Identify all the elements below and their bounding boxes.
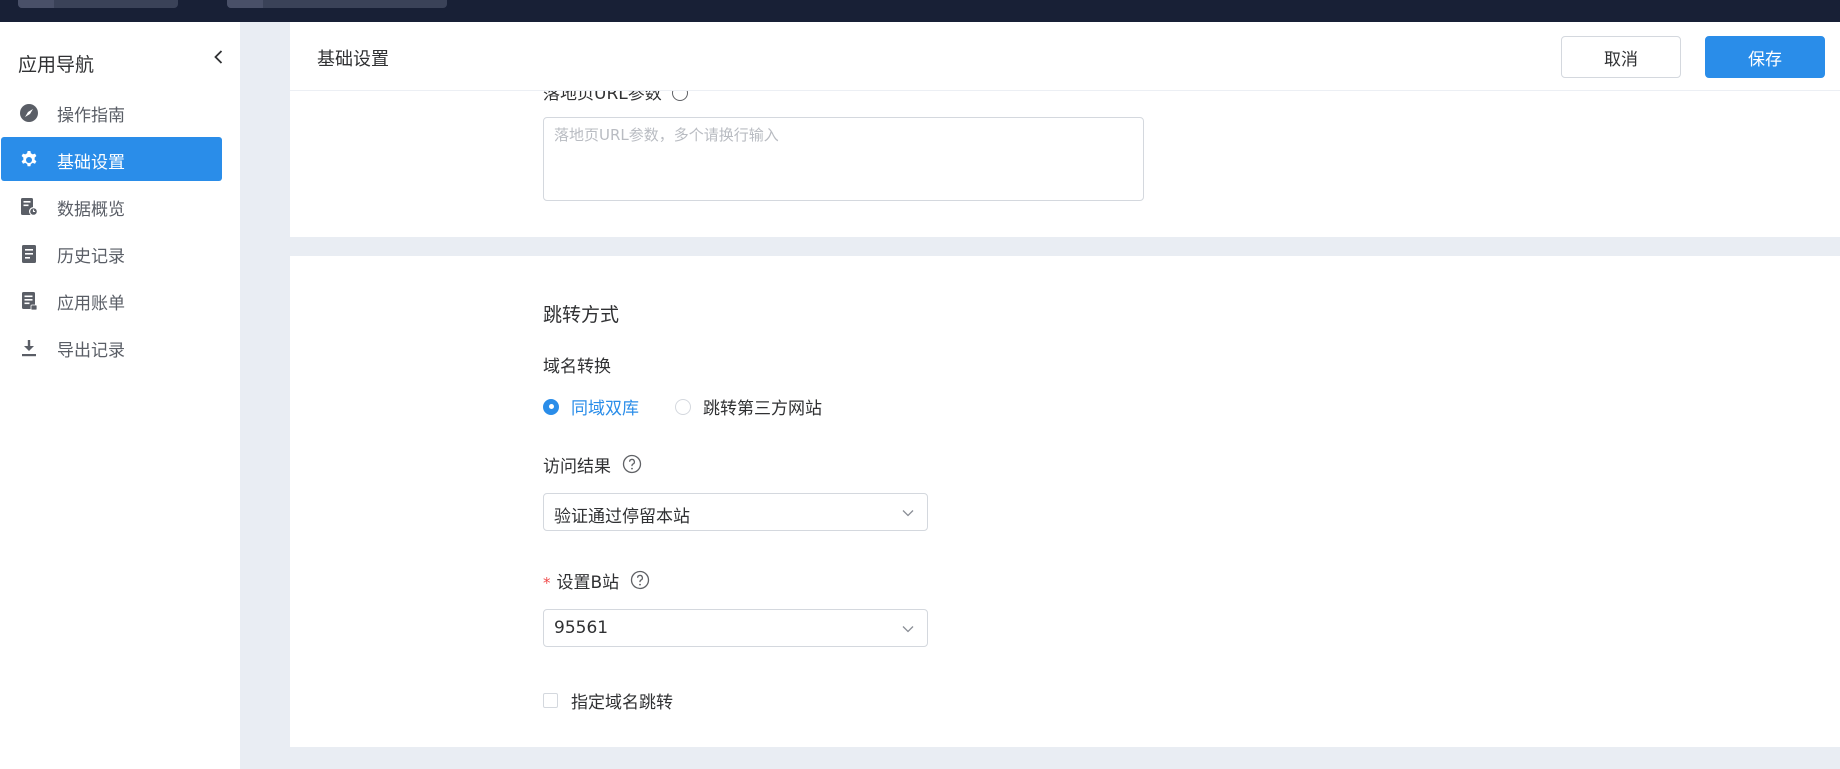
sidebar: 应用导航 操作指南 基础设置 数据概览 历史记录 应用账单 导出记录 (0, 22, 240, 769)
radio-unchecked-icon (675, 398, 691, 415)
sidebar-item-label: 数据概览 (57, 200, 125, 220)
sidebar-item-label: 历史记录 (57, 247, 125, 267)
radio-label: 跳转第三方网站 (703, 399, 822, 419)
url-params-card: 落地页URL参数 (290, 91, 1840, 237)
radio-label: 同域双库 (571, 399, 639, 419)
page-title: 基础设置 (317, 49, 389, 70)
visit-result-label: 访问结果 (543, 457, 611, 477)
select-value: 95561 (554, 618, 609, 638)
gear-icon (21, 151, 37, 167)
b-site-label: 设置B站 (556, 573, 620, 593)
top-tab[interactable] (18, 0, 178, 8)
question-circle-icon[interactable] (630, 570, 650, 590)
chevron-left-icon[interactable] (210, 48, 228, 66)
redirect-settings-card: 跳转方式 域名转换 同域双库 跳转第三方网站 访问结果 验证通过停留本站 * 设置… (290, 256, 1840, 747)
checkbox-label: 指定域名跳转 (571, 693, 673, 713)
domain-conversion-label: 域名转换 (543, 357, 611, 377)
sidebar-item-data-overview[interactable]: 数据概览 (1, 184, 222, 228)
sidebar-item-history[interactable]: 历史记录 (1, 231, 222, 275)
b-site-label-row: * 设置B站 (543, 568, 619, 593)
bill-icon (22, 292, 38, 311)
section-title: 跳转方式 (543, 304, 620, 326)
data-report-icon (21, 198, 38, 216)
compass-icon (20, 104, 38, 122)
help-icon[interactable] (672, 91, 688, 101)
chevron-down-icon (902, 510, 914, 517)
top-bar (0, 0, 1840, 22)
radio-checked-icon (543, 398, 559, 415)
question-circle-icon[interactable] (622, 454, 642, 474)
b-site-select[interactable]: 95561 (543, 609, 928, 647)
sidebar-item-app-bill[interactable]: 应用账单 (1, 278, 222, 322)
sidebar-item-basic-settings[interactable]: 基础设置 (1, 137, 222, 181)
url-params-label: 落地页URL参数 (543, 91, 662, 104)
radio-third-party[interactable]: 跳转第三方网站 (675, 394, 822, 419)
chevron-down-icon (902, 626, 914, 633)
visit-result-select[interactable]: 验证通过停留本站 (543, 493, 928, 531)
required-mark: * (543, 574, 551, 592)
top-tab[interactable] (227, 0, 447, 8)
specify-domain-checkbox[interactable]: 指定域名跳转 (543, 688, 673, 713)
document-icon (22, 245, 36, 263)
sidebar-item-export-records[interactable]: 导出记录 (1, 325, 222, 369)
checkbox-box (543, 693, 558, 708)
sidebar-item-label: 导出记录 (57, 341, 125, 361)
sidebar-title: 应用导航 (18, 54, 95, 76)
sidebar-item-label: 基础设置 (57, 153, 125, 173)
page-header: 基础设置 取消 保存 (290, 22, 1840, 91)
select-value: 验证通过停留本站 (554, 507, 690, 527)
sidebar-item-label: 应用账单 (57, 294, 125, 314)
download-icon (22, 340, 36, 357)
sidebar-item-label: 操作指南 (57, 106, 125, 126)
cancel-button[interactable]: 取消 (1561, 36, 1681, 78)
sidebar-item-guide[interactable]: 操作指南 (1, 90, 222, 134)
save-button[interactable]: 保存 (1705, 36, 1825, 78)
radio-same-domain[interactable]: 同域双库 (543, 394, 639, 419)
url-params-textarea[interactable] (543, 117, 1144, 201)
